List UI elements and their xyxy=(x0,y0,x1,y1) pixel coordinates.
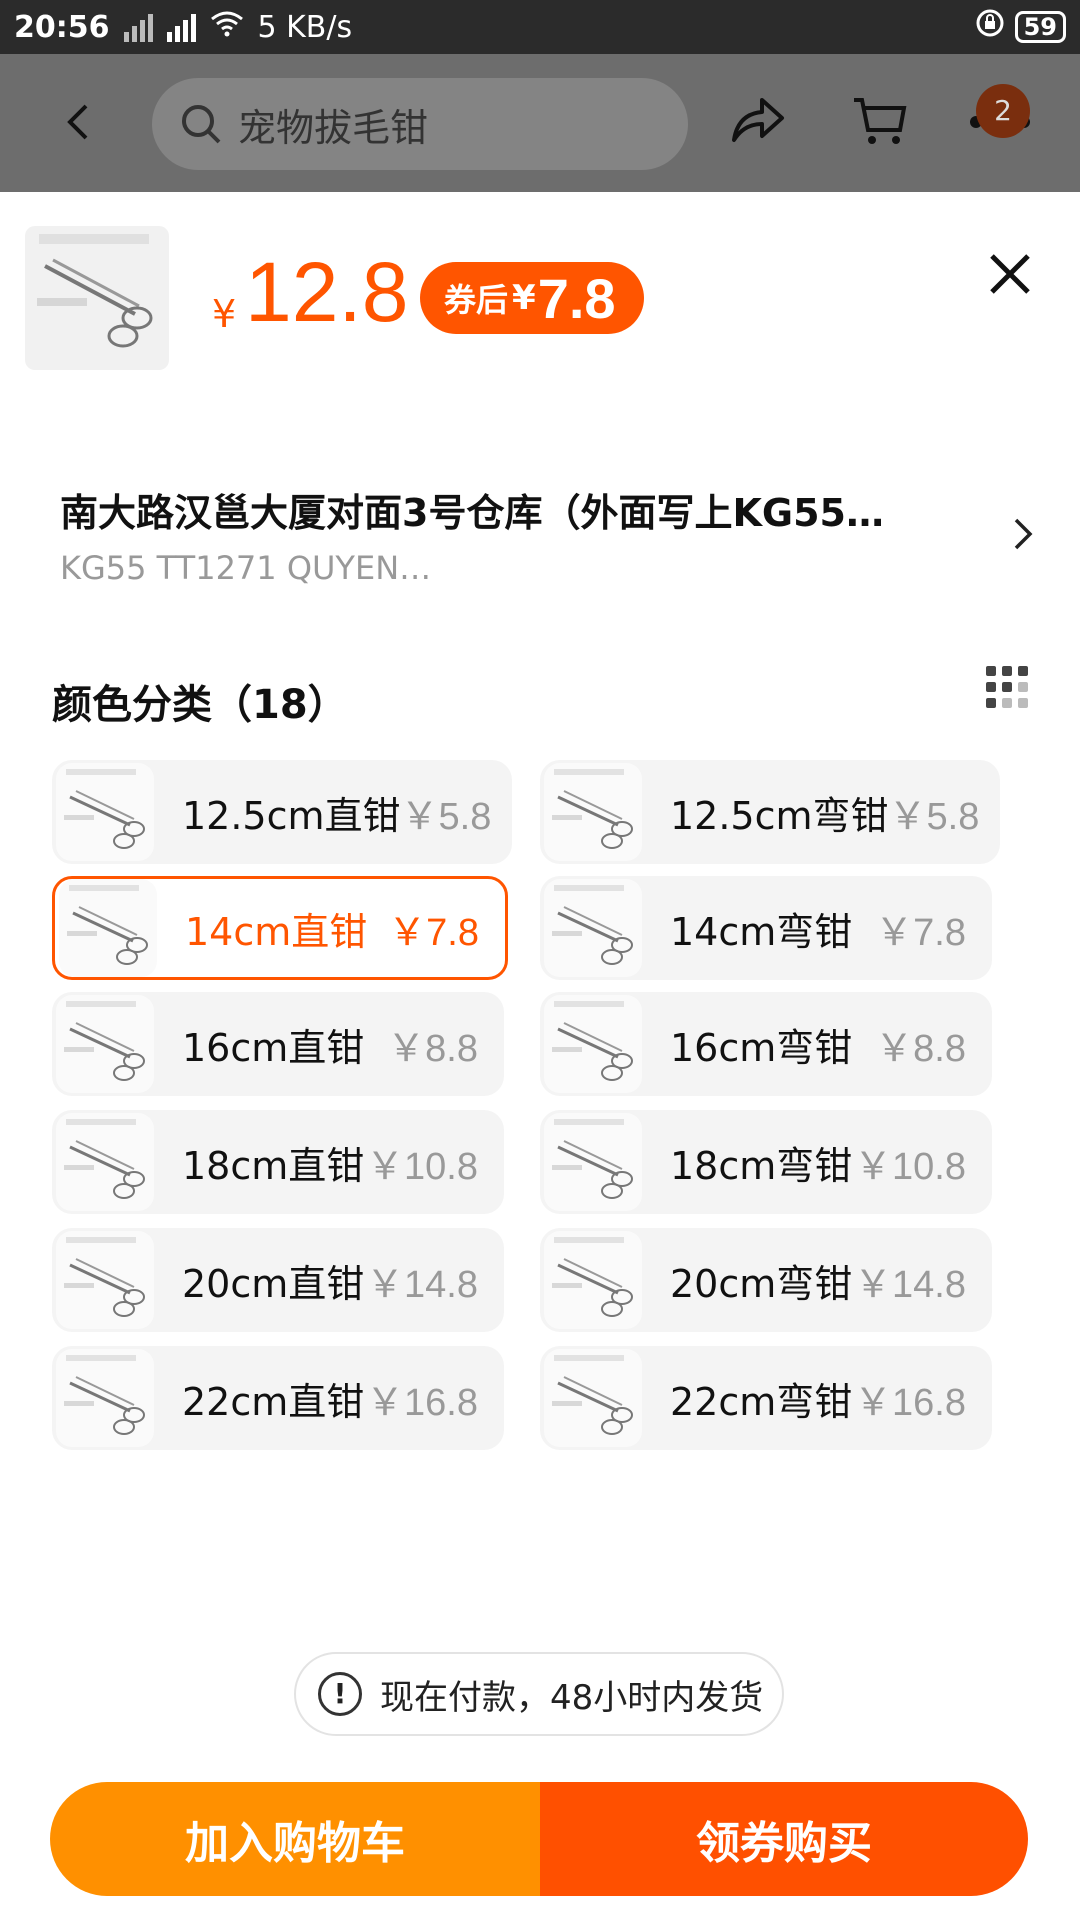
sku-option-thumbnail xyxy=(56,1231,154,1329)
sku-option[interactable]: 18cm直钳 ￥10.8 xyxy=(52,1110,504,1214)
sku-option[interactable]: 22cm直钳 ￥16.8 xyxy=(52,1346,504,1450)
sku-option-price: ￥7.8 xyxy=(875,911,966,954)
shipping-notice: ! 现在付款，48小时内发货 xyxy=(294,1652,784,1736)
sku-option-thumbnail xyxy=(544,995,642,1093)
sku-selector-sheet: ¥ 12.8 券后 ¥ 7.8 南大路汉邕大厦对面3号仓库（外面写上KG55… … xyxy=(0,192,1080,1920)
signal-icon xyxy=(123,12,153,42)
address-line-2: KG55 TT1271 QUYEN… xyxy=(60,549,432,587)
battery-indicator: 59 xyxy=(1014,11,1066,43)
cart-button[interactable] xyxy=(852,96,908,152)
sku-option-thumbnail xyxy=(56,763,154,861)
sku-option-price: ￥10.8 xyxy=(854,1145,966,1188)
product-thumbnail[interactable] xyxy=(25,226,169,370)
sku-option-price: ￥8.8 xyxy=(387,1027,478,1070)
search-query: 宠物拔毛钳 xyxy=(238,105,429,150)
sku-option-name: 18cm弯钳 xyxy=(670,1143,853,1188)
status-time: 20:56 xyxy=(14,9,110,45)
product-price: 12.8 xyxy=(245,245,409,339)
sku-option-thumbnail xyxy=(544,1231,642,1329)
back-button[interactable] xyxy=(60,102,100,142)
sku-option[interactable]: 12.5cm直钳 ￥5.8 xyxy=(52,760,512,864)
sku-option-price: ￥10.8 xyxy=(366,1145,478,1188)
forceps-image xyxy=(37,234,153,348)
sku-option[interactable]: 14cm弯钳 ￥7.8 xyxy=(540,876,992,980)
shipping-address[interactable]: 南大路汉邕大厦对面3号仓库（外面写上KG55… KG55 TT1271 QUYE… xyxy=(60,482,980,587)
sku-option-thumbnail xyxy=(59,879,157,977)
exclamation-icon: ! xyxy=(318,1672,362,1716)
top-navigation: 宠物拔毛钳 2 xyxy=(0,54,1080,192)
status-bar: 20:56 5 KB/s 59 xyxy=(0,0,1080,54)
notice-text: 现在付款，48小时内发货 xyxy=(380,1677,764,1718)
sku-option-name: 12.5cm直钳 xyxy=(182,793,401,838)
coupon-label: 券后 xyxy=(444,281,509,319)
sku-option[interactable]: 16cm弯钳 ￥8.8 xyxy=(540,992,992,1096)
sku-option[interactable]: 22cm弯钳 ￥16.8 xyxy=(540,1346,992,1450)
sku-option-thumbnail xyxy=(56,995,154,1093)
sku-option[interactable]: 12.5cm弯钳 ￥5.8 xyxy=(540,760,1000,864)
sku-option-thumbnail xyxy=(544,1349,642,1447)
sku-option-name: 22cm弯钳 xyxy=(670,1379,853,1424)
sku-option-price: ￥16.8 xyxy=(854,1381,966,1424)
coupon-currency: ¥ xyxy=(512,278,536,318)
price-currency: ¥ xyxy=(212,292,237,336)
sku-option[interactable]: 20cm弯钳 ￥14.8 xyxy=(540,1228,992,1332)
wifi-icon xyxy=(210,10,244,45)
sku-option-thumbnail xyxy=(56,1349,154,1447)
add-to-cart-button[interactable]: 加入购物车 xyxy=(50,1782,540,1896)
color-category-title: 颜色分类（18） xyxy=(52,682,348,728)
close-icon xyxy=(990,254,1030,294)
share-button[interactable] xyxy=(730,96,786,148)
sku-option-name: 14cm弯钳 xyxy=(670,909,853,954)
chevron-right-icon[interactable] xyxy=(1012,514,1036,558)
lock-rotation-icon xyxy=(975,8,1005,46)
sku-option-thumbnail xyxy=(544,763,642,861)
sku-option-name: 18cm直钳 xyxy=(182,1143,365,1188)
coupon-price: 7.8 xyxy=(537,266,616,330)
chevron-left-icon xyxy=(67,104,88,140)
sku-option-price: ￥14.8 xyxy=(854,1263,966,1306)
sku-option-thumbnail xyxy=(56,1113,154,1211)
sku-option-name: 20cm直钳 xyxy=(182,1261,365,1306)
coupon-price-badge: 券后 ¥ 7.8 xyxy=(420,262,644,334)
coupon-buy-button[interactable]: 领券购买 xyxy=(540,1782,1028,1896)
sku-option-price: ￥14.8 xyxy=(366,1263,478,1306)
sku-option-name: 22cm直钳 xyxy=(182,1379,365,1424)
sku-option-price: ￥16.8 xyxy=(366,1381,478,1424)
sku-option[interactable]: 16cm直钳 ￥8.8 xyxy=(52,992,504,1096)
sku-option-price: ￥7.8 xyxy=(388,911,479,954)
sku-option-name: 16cm弯钳 xyxy=(670,1025,853,1070)
search-bar[interactable]: 宠物拔毛钳 xyxy=(152,78,688,170)
sku-option-price: ￥8.8 xyxy=(875,1027,966,1070)
sku-option-name: 12.5cm弯钳 xyxy=(670,793,889,838)
sku-option-thumbnail xyxy=(544,879,642,977)
sku-option-price: ￥5.8 xyxy=(888,795,980,838)
sku-option[interactable]: 14cm直钳 ￥7.8 xyxy=(52,876,508,980)
sku-option-name: 16cm直钳 xyxy=(182,1025,365,1070)
sku-option-price: ￥5.8 xyxy=(400,795,492,838)
cart-count-badge: 2 xyxy=(976,84,1030,138)
sku-option-name: 14cm直钳 xyxy=(185,909,368,954)
signal-4g-icon xyxy=(166,12,196,42)
sku-option-name: 20cm弯钳 xyxy=(670,1261,853,1306)
sku-option[interactable]: 20cm直钳 ￥14.8 xyxy=(52,1228,504,1332)
sku-option[interactable]: 18cm弯钳 ￥10.8 xyxy=(540,1110,992,1214)
sku-option-thumbnail xyxy=(544,1113,642,1211)
network-speed: 5 KB/s xyxy=(257,9,353,45)
share-icon xyxy=(732,98,784,142)
cart-icon xyxy=(854,98,907,144)
address-line-1: 南大路汉邕大厦对面3号仓库（外面写上KG55… xyxy=(60,491,884,535)
search-icon xyxy=(182,105,221,144)
close-button[interactable] xyxy=(986,250,1034,298)
grid-view-icon[interactable] xyxy=(986,666,1028,712)
